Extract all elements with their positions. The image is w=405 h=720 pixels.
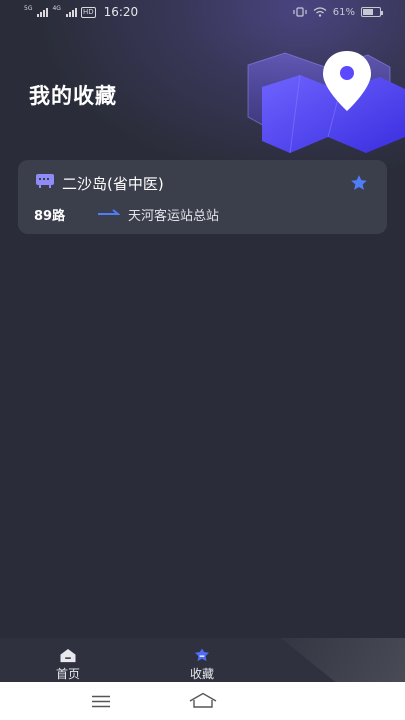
sim2-label: 4G xyxy=(52,5,61,12)
battery-icon xyxy=(361,7,383,17)
vibrate-icon xyxy=(293,7,307,17)
status-left: 5G 4G HD 16:20 xyxy=(24,5,138,19)
wifi-icon xyxy=(313,7,327,17)
battery-fill xyxy=(363,9,373,15)
map-location-icon xyxy=(247,51,405,154)
bus-stop-icon xyxy=(36,174,54,188)
route-number: 89路 xyxy=(34,209,66,224)
signal-icon xyxy=(37,7,49,17)
favorite-card[interactable]: 二沙岛(省中医) 89路 天河客运站总站 xyxy=(18,160,387,234)
favorites-icon xyxy=(194,648,210,662)
page-title: 我的收藏 xyxy=(29,84,117,108)
home-nav-icon[interactable] xyxy=(189,692,217,708)
star-icon[interactable] xyxy=(349,173,369,193)
status-time: 16:20 xyxy=(103,5,139,19)
system-nav-bar xyxy=(0,682,405,720)
tab-home-label: 首页 xyxy=(55,667,80,681)
menu-icon[interactable] xyxy=(91,695,111,708)
tab-favorites[interactable]: 收藏 xyxy=(162,638,242,682)
stop-name: 二沙岛(省中医) xyxy=(62,175,164,193)
home-icon xyxy=(60,648,76,663)
status-bar: 5G 4G HD 16:20 61% xyxy=(0,0,405,24)
tab-favorites-label: 收藏 xyxy=(189,667,214,681)
tab-home[interactable]: 首页 xyxy=(28,638,108,682)
signal-icon-2 xyxy=(65,7,77,17)
sim1-label: 5G xyxy=(24,5,33,12)
battery-percent: 61% xyxy=(332,6,355,18)
status-right: 61% xyxy=(293,6,383,18)
hd-badge: HD xyxy=(80,6,96,18)
direction-arrow-icon xyxy=(98,209,120,215)
route-destination: 天河客运站总站 xyxy=(128,209,220,224)
